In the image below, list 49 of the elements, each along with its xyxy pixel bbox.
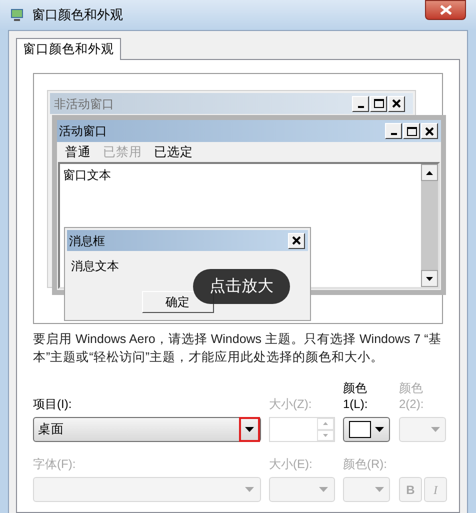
field-label: 大小(Z):: [269, 396, 313, 412]
scroll-down-button[interactable]: [421, 270, 438, 287]
dropdown-arrow-icon: [245, 487, 254, 492]
close-button[interactable]: [425, 0, 466, 20]
dropdown-arrow-icon: [375, 487, 384, 492]
dropdown-arrow-icon: [431, 427, 440, 432]
field-label: 颜色 1(L):: [343, 380, 369, 412]
minimize-button[interactable]: [352, 96, 369, 112]
window-title: 非活动窗口: [54, 96, 114, 112]
dropdown-arrow-icon: [245, 427, 254, 432]
menu-item[interactable]: 已选定: [154, 142, 193, 162]
close-icon: [425, 126, 434, 136]
close-icon: [392, 99, 401, 108]
minimize-icon: [390, 133, 396, 135]
dropdown-value: 桌面: [38, 421, 64, 438]
maximize-button[interactable]: [370, 96, 387, 112]
field-label: 大小(E):: [269, 456, 314, 472]
tab[interactable]: 窗口颜色和外观: [16, 38, 121, 60]
minimize-button[interactable]: [385, 123, 402, 139]
up-arrow-icon: [426, 170, 433, 174]
message-box-title: 消息框: [69, 232, 105, 250]
window-title: 窗口颜色和外观: [32, 6, 123, 24]
color-picker-button[interactable]: [343, 417, 390, 442]
window-title: 活动窗口: [59, 123, 107, 140]
down-arrow-icon: [426, 276, 433, 280]
close-icon: [440, 5, 452, 15]
zoom-hint-tooltip[interactable]: 点击放大: [193, 269, 290, 304]
maximize-icon: [374, 99, 384, 108]
field-label: 字体(F):: [33, 456, 77, 472]
description-text: 要启用 Windows Aero，请选择 Windows 主题。只有选择 Windows 7 “基本”主题或“轻松访问”主题，才能应用此处选择的颜色和大小。: [33, 331, 442, 366]
field-label: 颜色(R):: [343, 456, 388, 472]
maximize-button[interactable]: [403, 123, 420, 139]
scroll-up-button[interactable]: [421, 164, 438, 181]
dropdown-arrow-icon: [375, 427, 384, 432]
field-label: 项目(I):: [33, 396, 73, 412]
dropdown[interactable]: 桌面: [33, 417, 261, 442]
scrollbar[interactable]: [421, 164, 438, 287]
menu-item[interactable]: 普通: [65, 142, 91, 162]
down-arrow-icon: [323, 434, 328, 437]
close-icon: [292, 236, 301, 245]
minimize-icon: [358, 106, 364, 108]
maximize-icon: [406, 126, 416, 136]
window-text: 窗口文本: [63, 168, 111, 182]
color-swatch: [349, 421, 371, 438]
dropdown-arrow-icon: [319, 487, 328, 492]
up-arrow-icon: [323, 422, 328, 426]
field-label: 颜色 2(2):: [399, 380, 425, 412]
app-icon: [10, 8, 24, 22]
message-text: 消息文本: [71, 259, 119, 273]
